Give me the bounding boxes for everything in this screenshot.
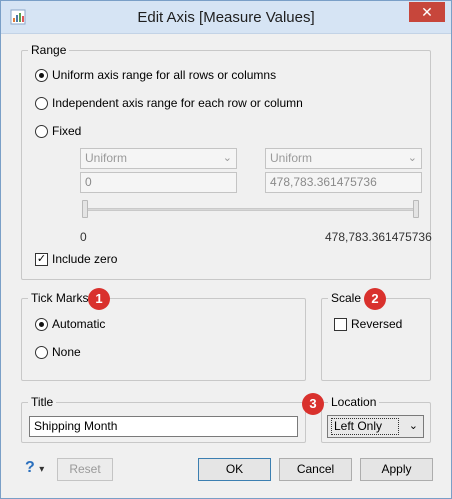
window-title: Edit Axis [Measure Values]	[137, 9, 315, 26]
annotation-badge-3: 3	[302, 393, 324, 415]
range-start-input[interactable]: 0	[80, 172, 237, 193]
cancel-button[interactable]: Cancel	[279, 458, 352, 481]
axis-title-input[interactable]: Shipping Month	[29, 416, 298, 437]
annotation-badge-1: 1	[88, 288, 110, 310]
tick-automatic-label: Automatic	[52, 317, 106, 331]
tick-marks-group: Tick Marks	[21, 291, 306, 381]
location-value: Left Only	[331, 418, 399, 435]
range-slider-track[interactable]	[85, 208, 417, 211]
range-uniform-option[interactable]: Uniform axis range for all rows or colum…	[35, 68, 276, 82]
checkmark-icon: ✓	[36, 252, 47, 265]
range-legend: Range	[28, 43, 70, 57]
range-fixed-option[interactable]: Fixed	[35, 124, 81, 138]
chevron-down-icon: ⌄	[408, 420, 418, 432]
tick-automatic-option[interactable]: Automatic	[35, 317, 105, 331]
slider-max-label: 478,783.361475736	[325, 230, 432, 244]
slider-min-label: 0	[80, 230, 87, 244]
include-zero-checkbox[interactable]: ✓	[35, 252, 48, 266]
reversed-option[interactable]: Reversed	[334, 317, 402, 331]
range-slider-min-thumb[interactable]	[82, 200, 88, 218]
tick-none-label: None	[52, 345, 81, 359]
chevron-down-icon: ⌄	[407, 152, 417, 164]
location-legend: Location	[328, 395, 380, 409]
location-select[interactable]: Left Only ⌄	[327, 415, 424, 438]
close-button[interactable]: ✕	[409, 2, 445, 22]
range-end-input[interactable]: 478,783.361475736	[265, 172, 422, 193]
title-legend: Title	[28, 395, 57, 409]
help-caret-icon: ▾	[39, 464, 45, 475]
help-button[interactable]: ? ▾	[25, 459, 44, 477]
range-end-mode-value: Uniform	[270, 151, 313, 165]
range-uniform-label: Uniform axis range for all rows or colum…	[52, 68, 277, 82]
range-fixed-label: Fixed	[52, 124, 82, 138]
range-start-mode-value: Uniform	[85, 151, 128, 165]
scale-legend: Scale	[328, 291, 365, 305]
range-independent-option[interactable]: Independent axis range for each row or c…	[35, 96, 303, 110]
reversed-label: Reversed	[351, 317, 403, 331]
close-icon: ✕	[421, 4, 433, 20]
reset-button[interactable]: Reset	[57, 458, 113, 481]
chevron-down-icon: ⌄	[222, 152, 232, 164]
annotation-badge-2: 2	[364, 288, 386, 310]
help-icon: ?	[25, 459, 35, 476]
title-bar[interactable]: Edit Axis [Measure Values] ✕	[1, 1, 451, 34]
radio-button[interactable]	[35, 317, 48, 331]
range-start-mode-select[interactable]: Uniform ⌄	[80, 148, 237, 169]
range-end-mode-select[interactable]: Uniform ⌄	[265, 148, 422, 169]
reversed-checkbox[interactable]	[334, 317, 347, 331]
tick-marks-legend: Tick Marks	[28, 291, 92, 305]
edit-axis-dialog: Edit Axis [Measure Values] ✕ Range Unifo…	[0, 0, 452, 499]
range-slider-max-thumb[interactable]	[413, 200, 419, 218]
tick-none-option[interactable]: None	[35, 345, 81, 359]
apply-button[interactable]: Apply	[360, 458, 433, 481]
include-zero-label: Include zero	[52, 252, 118, 266]
radio-button[interactable]	[35, 96, 48, 110]
radio-button[interactable]	[35, 345, 48, 359]
radio-button[interactable]	[35, 124, 48, 138]
scale-group: Scale	[321, 291, 431, 381]
range-independent-label: Independent axis range for each row or c…	[52, 96, 303, 110]
include-zero-option[interactable]: ✓ Include zero	[35, 252, 117, 266]
ok-button[interactable]: OK	[198, 458, 271, 481]
radio-button[interactable]	[35, 68, 48, 82]
